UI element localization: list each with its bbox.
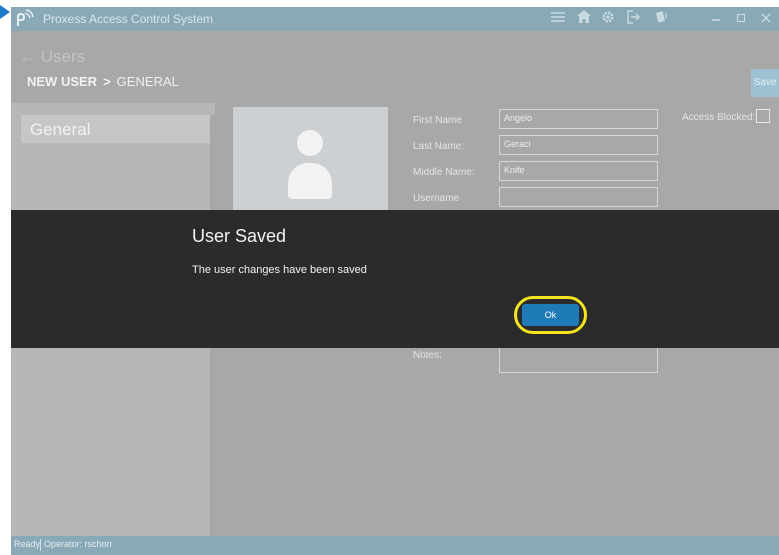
ok-button[interactable]: Ok [522,304,579,326]
panel-divider [210,103,215,115]
title-bar: Proxess Access Control System [11,7,779,31]
avatar-head-icon [297,130,323,156]
sidebar-item-general[interactable]: General [21,115,210,143]
sidebar-item-label: General [30,120,91,139]
username-field[interactable] [499,187,658,207]
access-blocked-label: Access Blocked: [682,112,756,123]
middle-name-label: Middle Name: [413,167,475,178]
access-blocked-checkbox[interactable] [756,109,770,123]
app-window: Proxess Access Control System ← Users NE… [11,7,779,555]
breadcrumb-page: GENERAL [116,74,179,89]
avatar[interactable] [233,107,388,217]
status-operator: Operator: rschorr [44,539,113,549]
save-button[interactable]: Save [751,69,779,97]
last-name-field[interactable]: Geraci [499,135,658,155]
gear-icon[interactable] [599,10,617,28]
close-icon[interactable] [757,10,775,28]
proxess-logo-icon [17,9,34,26]
pointer-marker-icon [0,5,10,19]
breadcrumb-separator: > [103,74,111,89]
last-name-label: Last Name: [413,141,465,152]
logout-icon[interactable] [624,10,642,28]
user-saved-dialog: User Saved The user changes have been sa… [11,210,779,348]
breadcrumb-section[interactable]: NEW USER [27,74,97,89]
username-label: Username [413,193,460,204]
status-bar: Ready Operator: rschorr [11,536,779,555]
status-ready: Ready [14,539,41,549]
minimize-icon[interactable] [707,10,725,28]
badge-icon[interactable] [653,10,671,28]
maximize-icon[interactable] [732,10,750,28]
home-icon[interactable] [575,10,593,28]
middle-name-field[interactable]: Knife [499,161,658,181]
notes-field[interactable] [499,347,658,373]
app-title: Proxess Access Control System [43,12,214,26]
dialog-message: The user changes have been saved [192,264,367,276]
status-divider [40,539,41,551]
back-link[interactable]: ← Users [19,47,85,67]
notes-label: Notes: [413,350,442,361]
first-name-label: First Name [413,115,462,126]
breadcrumb: NEW USER > GENERAL [27,74,179,89]
menu-icon[interactable] [549,10,567,28]
first-name-field[interactable]: Angelo [499,109,658,129]
avatar-body-icon [288,163,332,199]
dialog-title: User Saved [192,226,287,246]
